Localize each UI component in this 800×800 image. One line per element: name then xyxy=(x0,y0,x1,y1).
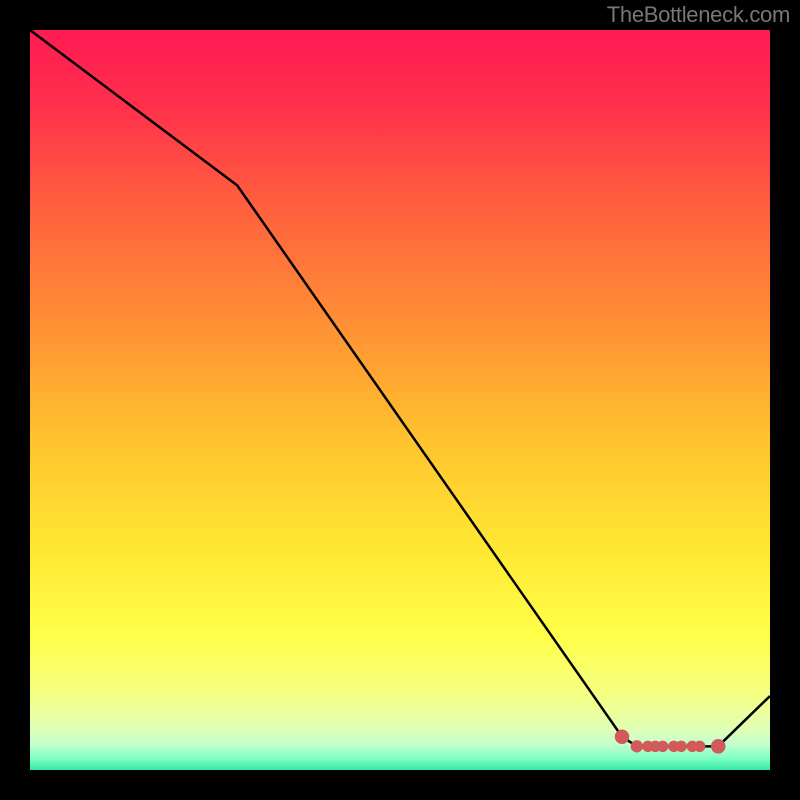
chart-canvas xyxy=(30,30,770,770)
data-marker xyxy=(657,741,668,752)
data-marker xyxy=(694,741,705,752)
data-marker xyxy=(615,729,630,744)
data-marker xyxy=(675,741,686,752)
gradient-background xyxy=(30,30,770,770)
data-marker xyxy=(631,740,643,752)
data-marker xyxy=(711,739,726,754)
attribution-label: TheBottleneck.com xyxy=(607,2,790,28)
